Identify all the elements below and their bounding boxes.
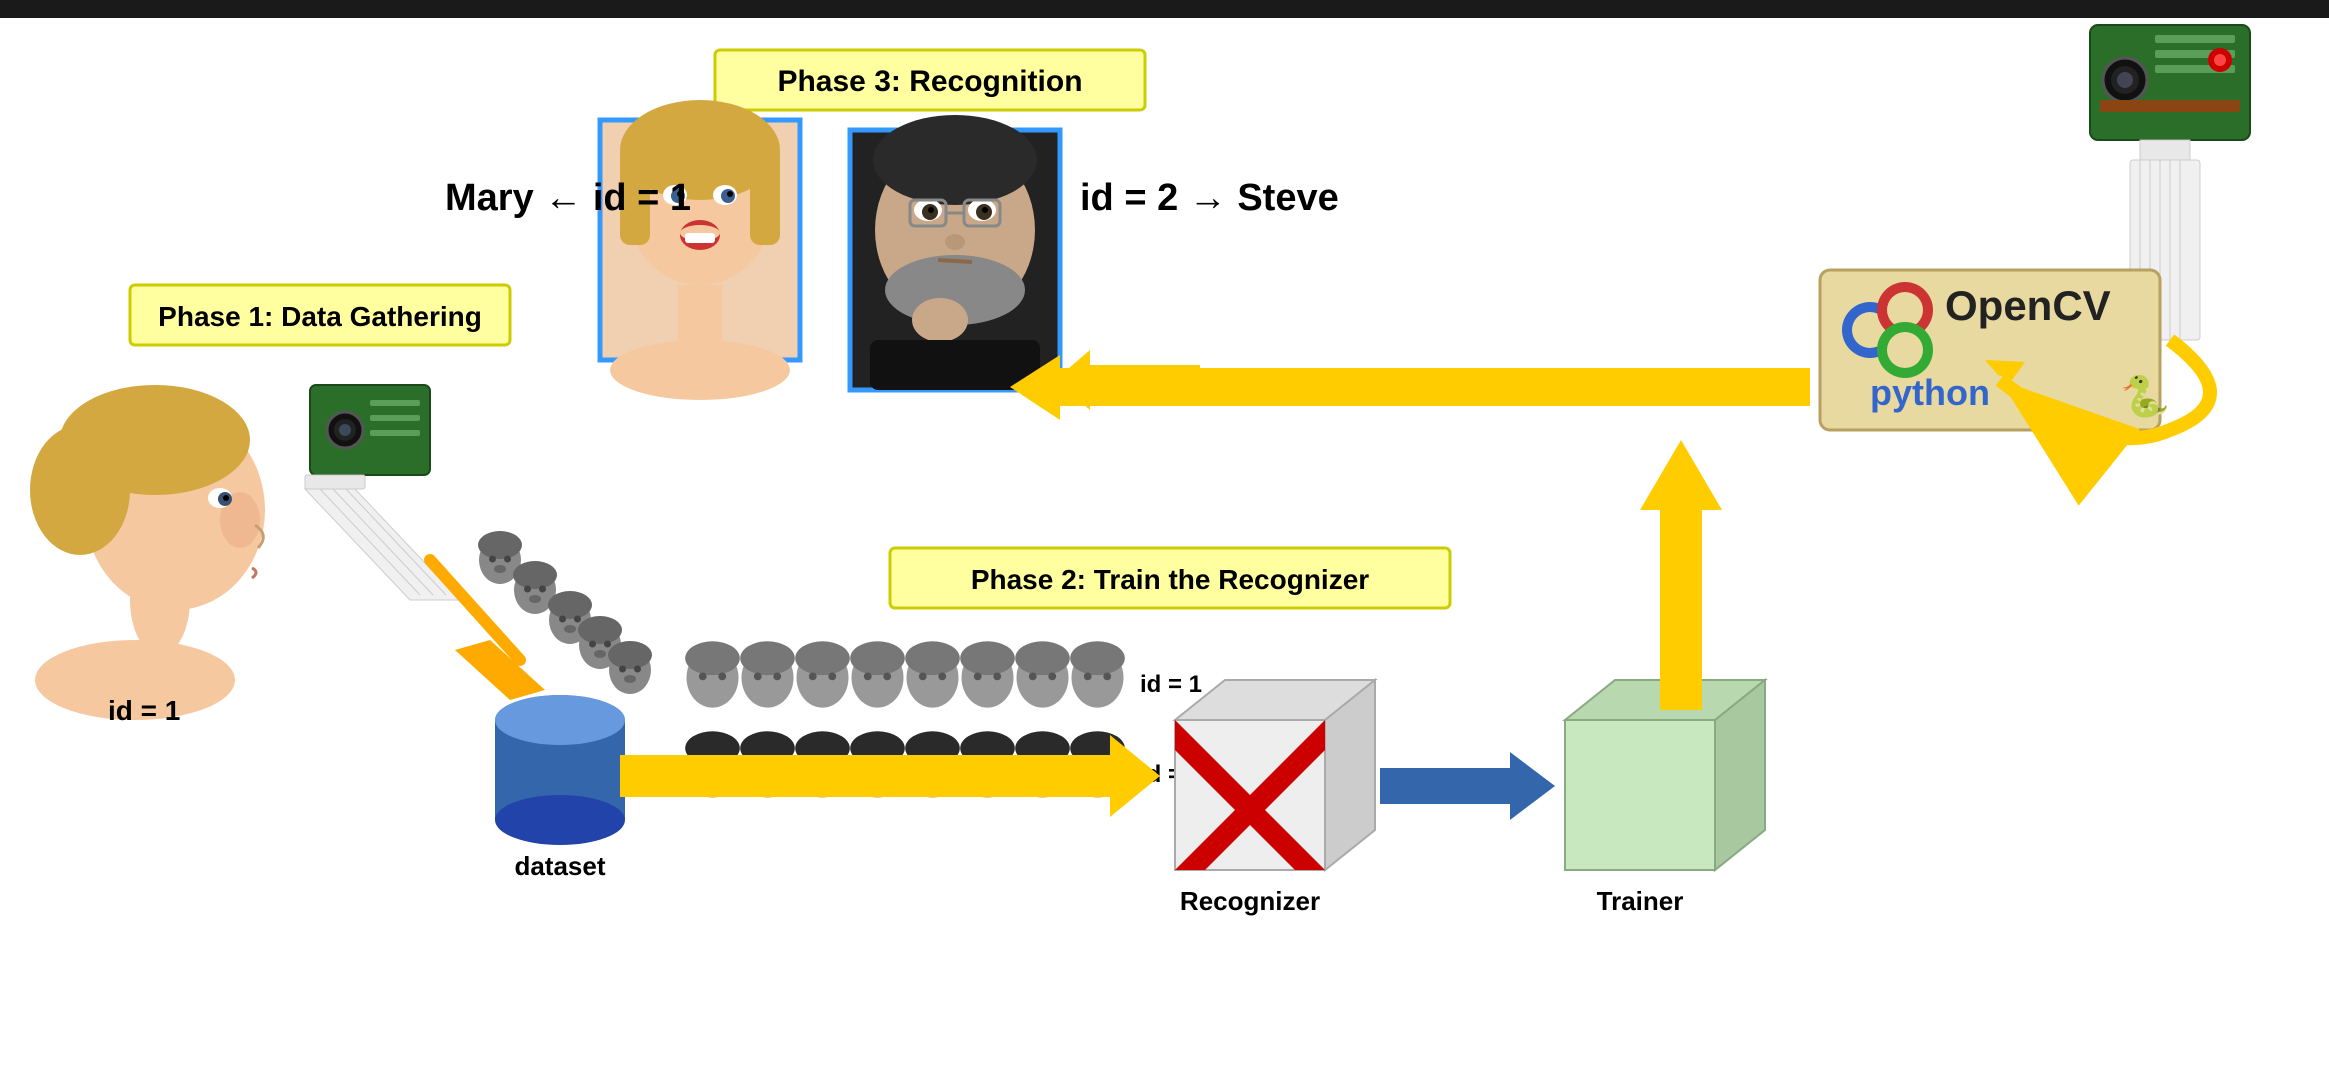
svg-text:python: python: [1870, 372, 1990, 413]
svg-text:Phase 2: Train the Recognizer: Phase 2: Train the Recognizer: [971, 564, 1369, 595]
svg-text:id = 2 → Steve: id = 2 → Steve: [1080, 177, 1339, 219]
svg-text:Mary ← id = 1: Mary ← id = 1: [445, 177, 691, 219]
svg-text:🐍: 🐍: [2120, 373, 2170, 419]
svg-text:id = 2: id = 2: [1140, 761, 1202, 788]
svg-text:Trainer: Trainer: [1597, 886, 1684, 916]
svg-text:id = 1: id = 1: [108, 695, 180, 726]
svg-text:Phase 3: Recognition: Phase 3: Recognition: [777, 65, 1082, 98]
svg-text:id = 1: id = 1: [1140, 671, 1202, 698]
svg-text:Recognizer: Recognizer: [1180, 886, 1320, 916]
svg-text:dataset: dataset: [514, 851, 605, 881]
svg-text:Phase 1: Data Gathering: Phase 1: Data Gathering: [158, 301, 482, 332]
svg-text:OpenCV: OpenCV: [1945, 282, 2111, 329]
